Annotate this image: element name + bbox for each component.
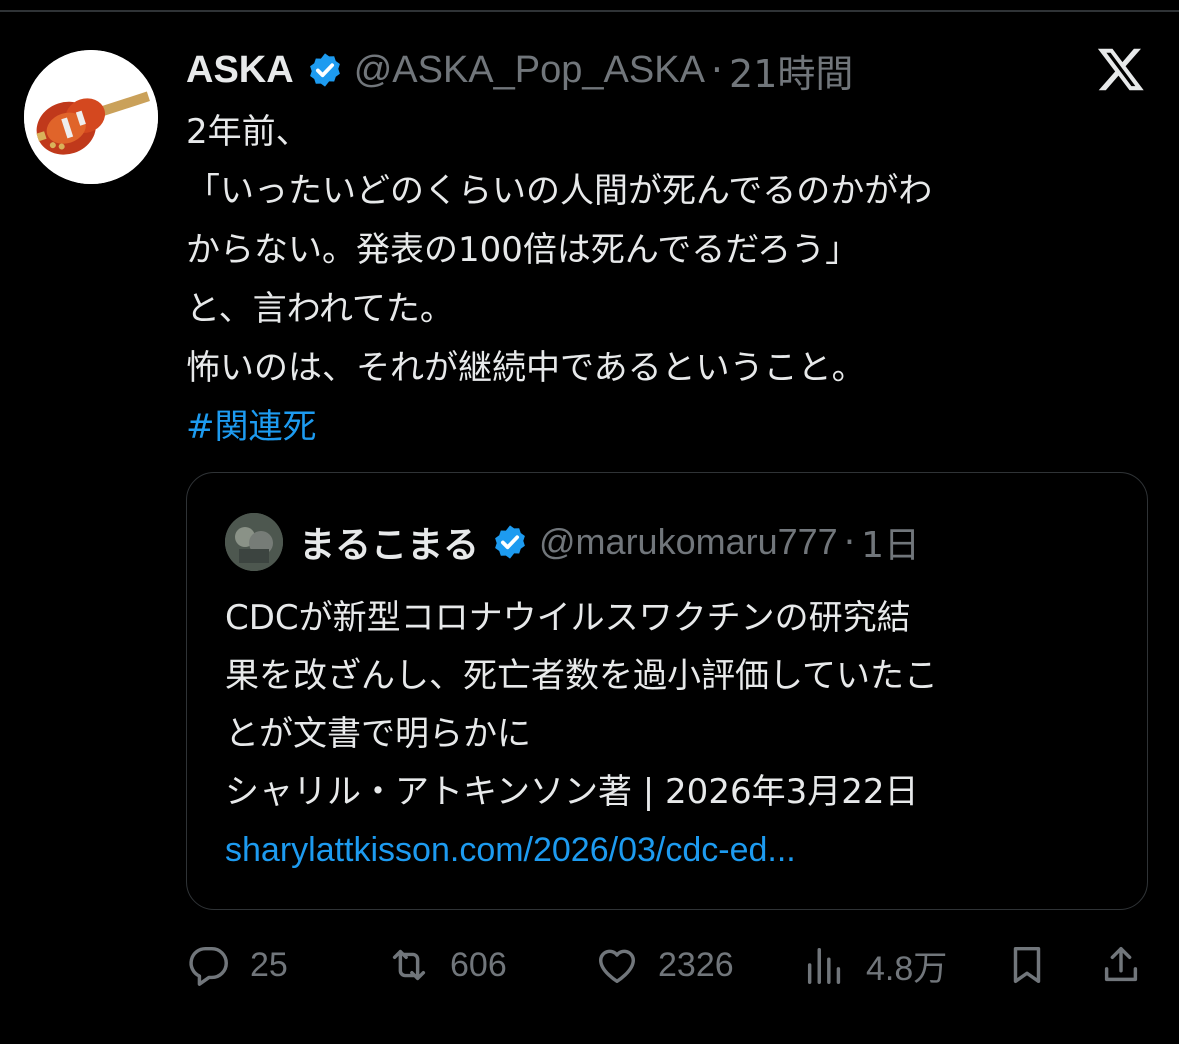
quoted-tweet-timestamp[interactable]: 1日	[861, 516, 920, 568]
repost-button[interactable]: 606	[386, 935, 507, 995]
reply-count: 25	[250, 945, 288, 984]
author-avatar[interactable]	[24, 50, 158, 184]
repost-arrows-icon	[392, 949, 426, 981]
tweet-timestamp[interactable]: 21時間	[729, 43, 853, 98]
quoted-author-handle[interactable]: @marukomaru777	[539, 521, 838, 563]
tweet-body: 2年前、 「いったいどのくらいの人間が死んでるのかがわ からない。発表の100倍…	[186, 103, 1146, 457]
tweet-text-line: 「いったいどのくらいの人間が死んでるのかがわ	[186, 171, 933, 211]
hashtag-link[interactable]: #関連死	[186, 398, 1146, 457]
x-logo-icon[interactable]	[1096, 44, 1146, 94]
reply-bubble-icon	[189, 946, 228, 986]
reply-button[interactable]: 25	[186, 935, 288, 995]
top-divider	[0, 10, 1179, 12]
bookmark-button[interactable]	[1004, 935, 1068, 995]
quoted-author-name[interactable]: まるこまる	[299, 516, 479, 568]
quoted-tweet-header: まるこまる @marukomaru777 · 1日	[225, 511, 920, 573]
share-upload-icon	[1104, 946, 1138, 982]
heart-icon	[598, 949, 636, 984]
like-count: 2326	[658, 945, 734, 984]
tweet-text-line: 怖いのは、それが継続中であるということ。	[186, 348, 866, 388]
verified-badge-icon[interactable]	[491, 523, 529, 561]
quoted-tweet-card[interactable]: まるこまる @marukomaru777 · 1日 CDCが新型コロナウイルスワ…	[186, 472, 1148, 910]
quoted-text-line: とが文書で明らかに	[225, 714, 531, 754]
views-bar-chart-icon	[807, 947, 841, 984]
quoted-header-separator: ·	[843, 521, 856, 563]
tweet-text-line: からない。発表の100倍は死んでるだろう」	[186, 230, 860, 270]
quoted-text-line: シャリル・アトキンソン著 | 2026年3月22日	[225, 772, 919, 812]
share-button[interactable]	[1098, 935, 1162, 995]
quoted-article-link[interactable]: sharylattkisson.com/2026/03/cdc-ed...	[225, 821, 1115, 879]
verified-badge-icon[interactable]	[306, 51, 344, 89]
tweet-header: ASKA @ASKA_Pop_ASKA · 21時間	[186, 42, 853, 98]
quoted-text-line: CDCが新型コロナウイルスワクチンの研究結	[225, 598, 911, 638]
quoted-tweet-body: CDCが新型コロナウイルスワクチンの研究結 果を改ざんし、死亡者数を過小評価して…	[225, 589, 1115, 879]
tweet-text-line: 2年前、	[186, 112, 310, 152]
quoted-avatar-image-icon	[225, 513, 283, 571]
author-handle[interactable]: @ASKA_Pop_ASKA	[354, 49, 705, 92]
repost-count: 606	[450, 945, 507, 984]
quoted-text-line: 果を改ざんし、死亡者数を過小評価していたこ	[225, 656, 938, 696]
author-name[interactable]: ASKA	[186, 49, 294, 92]
header-separator: ·	[710, 48, 724, 92]
view-count: 4.8万	[866, 949, 948, 988]
tweet-text-line: と、言われてた。	[186, 289, 454, 329]
tweet-action-bar: 25 606 2326 4.8万	[186, 935, 1146, 995]
violin-bass-guitar-avatar-icon	[24, 50, 158, 184]
bookmark-icon	[1013, 946, 1041, 984]
views-button[interactable]: 4.8万	[802, 935, 947, 995]
like-button[interactable]: 2326	[594, 935, 734, 995]
quoted-author-avatar[interactable]	[225, 513, 283, 571]
